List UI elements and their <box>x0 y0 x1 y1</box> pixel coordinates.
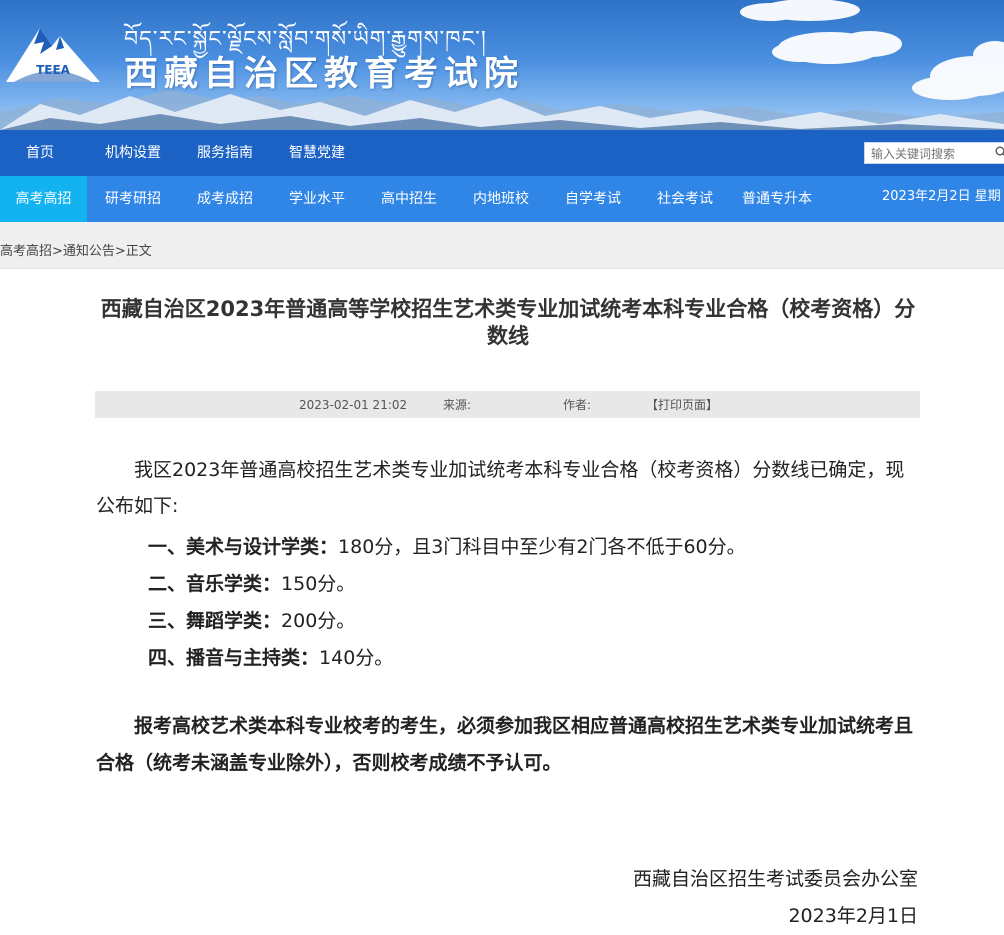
nav-inland-class[interactable]: 内地班校 <box>460 176 542 222</box>
nav-upgrade-exam[interactable]: 普通专升本 <box>734 176 820 222</box>
score-item-art-design: 一、美术与设计学类：180分，且3门科目中至少有2门各不低于60分。 <box>148 532 746 559</box>
signature-date: 2023年2月1日 <box>788 905 918 927</box>
notice-paragraph: 报考高校艺术类本科专业校考的考生，必须参加我区相应普通高校招生艺术类专业加试统考… <box>96 715 914 774</box>
breadcrumb[interactable]: 高考高招>通知公告>正文 <box>0 240 152 259</box>
site-name: 西藏自治区教育考试院 <box>124 54 524 94</box>
nav-social-exam[interactable]: 社会考试 <box>644 176 726 222</box>
nav-adult-exam[interactable]: 成考成招 <box>184 176 266 222</box>
article-title: 西藏自治区2023年普通高等学校招生艺术类专业加试统考本科专业合格（校考资格）分… <box>100 297 916 348</box>
item-text: 200分。 <box>281 610 356 632</box>
score-item-music: 二、音乐学类：150分。 <box>148 569 355 596</box>
nav-party-building[interactable]: 智慧党建 <box>276 130 358 176</box>
nav-postgraduate[interactable]: 研考研招 <box>92 176 174 222</box>
article-meta: 2023-02-01 21:02 来源: 作者: 【打印页面】 <box>95 391 920 418</box>
item-text: 180分，且3门科目中至少有2门各不低于60分。 <box>338 536 746 558</box>
score-item-broadcasting: 四、播音与主持类：140分。 <box>148 643 393 670</box>
secondary-nav: 高考高招 研考研招 成考成招 学业水平 高中招生 内地班校 自学考试 社会考试 … <box>0 176 1004 222</box>
teea-logo: TEEA <box>6 28 100 82</box>
nav-gaokao[interactable]: 高考高招 <box>0 176 87 222</box>
source-label: 来源: <box>443 398 472 412</box>
primary-nav: 首页 机构设置 服务指南 智慧党建 <box>0 130 1004 176</box>
score-item-dance: 三、舞蹈学类：200分。 <box>148 606 355 633</box>
item-label: 四、播音与主持类： <box>148 647 320 669</box>
nav-self-study-exam[interactable]: 自学考试 <box>552 176 634 222</box>
item-label: 二、音乐学类： <box>148 573 282 595</box>
nav-organization[interactable]: 机构设置 <box>92 130 174 176</box>
nav-home[interactable]: 首页 <box>4 130 76 176</box>
logo-text: TEEA <box>36 63 71 77</box>
search-box <box>864 142 1004 164</box>
item-text: 140分。 <box>319 647 394 669</box>
item-label: 三、舞蹈学类： <box>148 610 282 632</box>
article-body: 我区2023年普通高校招生艺术类专业加试统考本科专业合格（校考资格）分数线已确定… <box>96 452 916 774</box>
site-banner: TEEA བོད་རང་སྐྱོང་ལྗོངས་སློབ་གསོ་ཡིག་རྒྱ… <box>0 0 1004 130</box>
search-icon[interactable] <box>995 146 1004 158</box>
print-page-link[interactable]: 【打印页面】 <box>646 391 718 420</box>
current-date: 2023年2月2日 星期 <box>882 189 1001 204</box>
author-label: 作者: <box>563 398 592 412</box>
intro-paragraph: 我区2023年普通高校招生艺术类专业加试统考本科专业合格（校考资格）分数线已确定… <box>96 459 905 517</box>
nav-service-guide[interactable]: 服务指南 <box>184 130 266 176</box>
search-input[interactable] <box>865 144 997 164</box>
nav-academic-level[interactable]: 学业水平 <box>276 176 358 222</box>
signature-organization: 西藏自治区招生考试委员会办公室 <box>632 868 918 890</box>
item-label: 一、美术与设计学类： <box>148 536 339 558</box>
publish-date: 2023-02-01 21:02 <box>299 398 408 412</box>
nav-high-school[interactable]: 高中招生 <box>368 176 450 222</box>
item-text: 150分。 <box>281 573 356 595</box>
